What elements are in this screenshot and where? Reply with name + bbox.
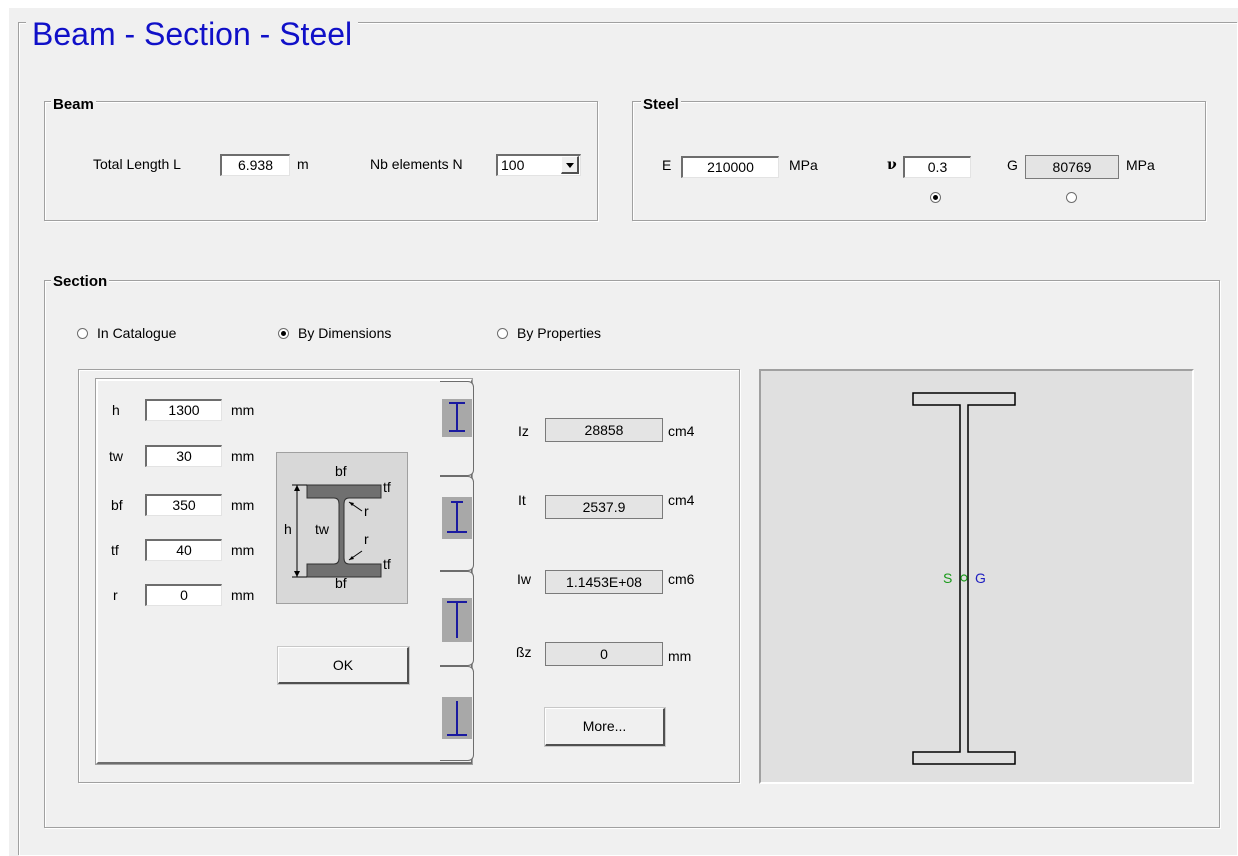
chevron-down-icon — [566, 163, 574, 168]
prop-value-it: 2537.9 — [545, 495, 663, 519]
page-title: Beam - Section - Steel — [26, 14, 359, 54]
e-unit: MPa — [789, 157, 818, 173]
asymmetric-i-icon — [447, 501, 467, 533]
mode-label-catalogue[interactable]: In Catalogue — [97, 324, 176, 342]
more-button[interactable]: More... — [545, 708, 665, 746]
symmetric-i-icon — [449, 402, 465, 432]
inverted-t-section-icon — [447, 701, 467, 736]
ok-label: OK — [332, 657, 354, 673]
nu-radio[interactable] — [930, 192, 941, 203]
nb-elements-value: 100 — [501, 157, 525, 173]
t-section-icon — [447, 601, 467, 638]
diagram-label-r-top: r — [364, 503, 369, 519]
section-legend: Section — [51, 273, 110, 291]
g-value: 80769 — [1025, 155, 1119, 179]
mode-radio-dimensions[interactable] — [278, 328, 289, 339]
dim-unit-bf: mm — [231, 497, 255, 513]
centroid-label: G — [975, 570, 986, 586]
dim-input-bf[interactable]: 350 — [145, 494, 222, 516]
section-diagram: bf tf h tw r r tf bf — [276, 452, 408, 604]
dim-input-r[interactable]: 0 — [145, 584, 222, 606]
prop-label-it: It — [518, 492, 526, 508]
section-preview: S G — [759, 369, 1194, 784]
dim-unit-tf: mm — [231, 542, 255, 558]
diagram-label-h: h — [284, 521, 292, 537]
mode-radio-catalogue[interactable] — [77, 328, 88, 339]
total-length-input[interactable]: 6.938 — [220, 154, 290, 176]
diagram-label-tf-top: tf — [383, 479, 391, 495]
g-radio[interactable] — [1066, 192, 1077, 203]
diagram-label-bf-top: bf — [335, 463, 347, 479]
nb-elements-label: Nb elements N — [370, 156, 463, 172]
prop-value-iw: 1.1453E+08 — [545, 570, 663, 594]
tab-inverted-t-section[interactable] — [440, 666, 474, 761]
prop-value-bz: 0 — [545, 642, 663, 666]
dim-input-tf[interactable]: 40 — [145, 539, 222, 561]
prop-unit-it: cm4 — [668, 492, 695, 508]
steel-legend: Steel — [641, 96, 681, 114]
dim-unit-tw: mm — [231, 448, 255, 464]
e-input[interactable]: 210000 — [681, 156, 779, 178]
beam-legend: Beam — [51, 96, 96, 114]
total-length-unit: m — [297, 156, 309, 172]
total-length-label: Total Length L — [93, 156, 181, 172]
prop-value-iz: 28858 — [545, 418, 663, 442]
more-label: More... — [582, 718, 627, 734]
ok-button[interactable]: OK — [278, 647, 409, 684]
prop-unit-bz: mm — [668, 648, 692, 664]
prop-label-iw: Iw — [517, 571, 531, 587]
tab-symmetric-i[interactable] — [440, 381, 474, 476]
dim-unit-h: mm — [231, 402, 255, 418]
mode-label-properties[interactable]: By Properties — [517, 324, 601, 342]
nu-label: ν — [887, 157, 897, 173]
nb-elements-dropdown-button[interactable] — [561, 156, 579, 174]
diagram-label-r-bot: r — [364, 531, 369, 547]
prop-label-iz: Iz — [518, 423, 529, 439]
diagram-label-tf-bot: tf — [383, 556, 391, 572]
prop-unit-iw: cm6 — [668, 571, 695, 587]
g-label: G — [1007, 157, 1018, 173]
e-label: E — [662, 157, 672, 173]
tab-asymmetric-i[interactable] — [440, 476, 474, 571]
g-unit: MPa — [1126, 157, 1155, 173]
mode-radio-properties[interactable] — [497, 328, 508, 339]
diagram-label-bf-bot: bf — [335, 575, 347, 591]
mode-label-dimensions[interactable]: By Dimensions — [298, 324, 391, 342]
dim-label-tw: tw — [109, 448, 123, 464]
radio-dot — [933, 195, 938, 200]
radio-dot — [281, 331, 286, 336]
shear-center-label: S — [943, 570, 953, 586]
dim-label-r: r — [113, 587, 118, 603]
dim-label-tf: tf — [111, 542, 119, 558]
prop-unit-iz: cm4 — [668, 423, 695, 439]
dim-unit-r: mm — [231, 587, 255, 603]
dim-label-bf: bf — [111, 497, 123, 513]
tab-t-section[interactable] — [440, 571, 474, 666]
diagram-label-tw: tw — [315, 521, 329, 537]
prop-label-bz: ßz — [516, 644, 532, 660]
nu-input[interactable]: 0.3 — [903, 156, 971, 178]
dim-input-h[interactable]: 1300 — [145, 399, 222, 421]
dim-label-h: h — [112, 402, 120, 418]
dim-input-tw[interactable]: 30 — [145, 445, 222, 467]
